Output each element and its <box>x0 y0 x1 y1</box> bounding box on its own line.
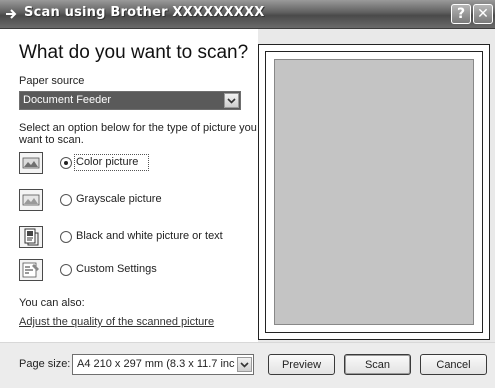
scan-dialog-window: Scan using Brother XXXXXXXXX ? ✕ What do… <box>0 0 495 388</box>
color-picture-label[interactable]: Color picture <box>76 156 138 168</box>
paper-source-label: Paper source <box>19 75 85 87</box>
page-size-select[interactable]: A4 210 x 297 mm (8.3 x 11.7 inc <box>72 354 254 375</box>
paper-source-value: Document Feeder <box>23 94 112 106</box>
color-picture-icon[interactable] <box>19 152 43 174</box>
scan-button[interactable]: Scan <box>344 354 411 375</box>
black-white-radio[interactable] <box>60 231 72 243</box>
page-size-label: Page size: <box>19 358 71 370</box>
preview-page-area[interactable] <box>274 59 474 325</box>
chevron-down-icon[interactable] <box>237 357 252 372</box>
black-white-text-icon[interactable] <box>19 226 43 248</box>
grayscale-picture-label[interactable]: Grayscale picture <box>76 193 162 205</box>
adjust-quality-link[interactable]: Adjust the quality of the scanned pictur… <box>19 316 214 328</box>
also-label: You can also: <box>19 297 85 309</box>
help-icon: ? <box>456 6 466 22</box>
custom-settings-icon[interactable] <box>19 259 43 281</box>
close-button[interactable]: ✕ <box>473 4 493 24</box>
title-bar[interactable]: Scan using Brother XXXXXXXXX ? ✕ <box>0 0 495 29</box>
grayscale-picture-icon[interactable] <box>19 189 43 211</box>
page-title: What do you want to scan? <box>19 42 249 63</box>
preview-button[interactable]: Preview <box>268 354 335 375</box>
chevron-down-icon[interactable] <box>224 93 239 108</box>
window-title: Scan using Brother XXXXXXXXX <box>24 5 265 20</box>
grayscale-picture-radio[interactable] <box>60 194 72 206</box>
instruction-line-1: Select an option below for the type of p… <box>19 122 257 134</box>
footer-bar: Page size: A4 210 x 297 mm (8.3 x 11.7 i… <box>0 342 495 388</box>
instruction-line-2: want to scan. <box>19 134 84 146</box>
scanner-arrow-icon <box>6 9 17 19</box>
close-icon: ✕ <box>477 6 489 22</box>
cancel-button[interactable]: Cancel <box>420 354 487 375</box>
options-panel: What do you want to scan? Paper source D… <box>0 29 258 342</box>
paper-source-select[interactable]: Document Feeder <box>19 91 241 110</box>
color-picture-radio[interactable] <box>60 157 72 169</box>
preview-pane <box>258 44 490 340</box>
custom-settings-label[interactable]: Custom Settings <box>76 263 157 275</box>
help-button[interactable]: ? <box>451 4 471 24</box>
preview-frame <box>265 51 483 333</box>
black-white-label[interactable]: Black and white picture or text <box>76 230 223 242</box>
page-size-value: A4 210 x 297 mm (8.3 x 11.7 inc <box>77 358 235 370</box>
custom-settings-radio[interactable] <box>60 264 72 276</box>
